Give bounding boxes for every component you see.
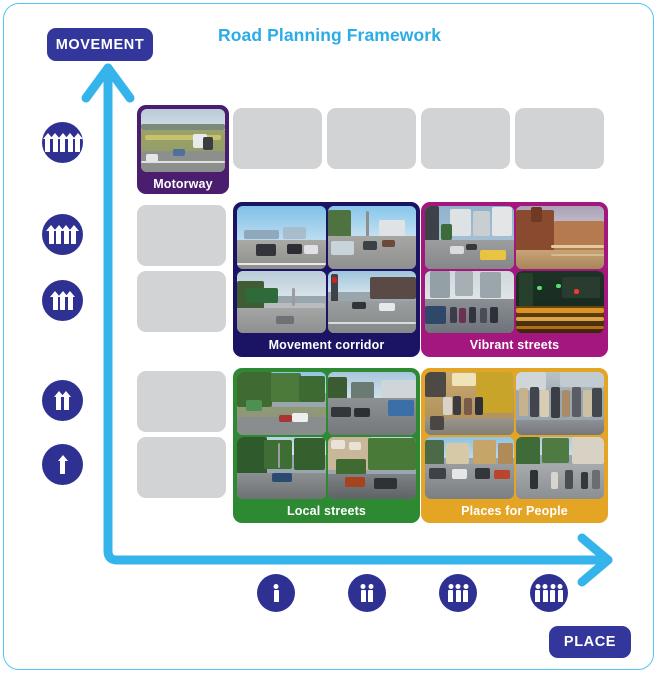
x-arrowhead-top — [577, 533, 613, 565]
category-motorway[interactable]: Motorway — [137, 105, 229, 194]
category-label-local-streets: Local streets — [286, 504, 367, 518]
photo-thumbnail — [515, 270, 604, 333]
y-tick-movement-level-5 — [42, 122, 83, 163]
photo-thumbnail — [515, 206, 604, 269]
photo-thumbnail — [237, 372, 326, 435]
category-label-vibrant-streets: Vibrant streets — [469, 338, 560, 352]
photo-thumbnail — [425, 372, 514, 435]
category-label-places-for-people: Places for People — [461, 504, 568, 518]
category-label-movement-corridor: Movement corridor — [268, 338, 385, 352]
y-tick-movement-level-1 — [42, 444, 83, 485]
photo-thumbnail — [237, 436, 326, 499]
empty-cell — [233, 108, 322, 169]
y-tick-movement-level-3 — [42, 280, 83, 321]
empty-cell — [327, 108, 416, 169]
empty-cell — [137, 271, 226, 332]
x-tick-place-level-4 — [530, 574, 568, 612]
photo-thumbnail — [327, 206, 416, 269]
x-arrowhead-bottom — [577, 555, 613, 587]
photo-thumbnail — [237, 270, 326, 333]
photo-thumbnail — [327, 372, 416, 435]
movement-axis-label: MOVEMENT — [55, 36, 145, 53]
photo-thumbnail — [515, 372, 604, 435]
movement-axis-badge: MOVEMENT — [47, 28, 153, 61]
photo-thumbnail — [425, 270, 514, 333]
x-tick-place-level-1 — [257, 574, 295, 612]
photo-thumbnail — [425, 206, 514, 269]
photo-thumbnail — [327, 436, 416, 499]
place-axis-badge: PLACE — [549, 626, 631, 658]
photo-thumbnail — [425, 436, 514, 499]
page-title: Road Planning Framework — [218, 25, 442, 45]
framework-matrix: Motorway Movement corridor Vibrant stree… — [137, 105, 608, 527]
framework-card: MOVEMENT Road Planning Framework PLACE M… — [3, 3, 654, 670]
y-tick-movement-level-2 — [42, 380, 83, 421]
x-tick-place-level-2 — [348, 574, 386, 612]
y-arrowhead-left — [81, 63, 113, 103]
category-places-for-people[interactable]: Places for People — [421, 368, 608, 523]
empty-cell — [137, 205, 226, 266]
empty-cell — [421, 108, 510, 169]
place-axis-label: PLACE — [563, 634, 617, 650]
photo-thumbnail — [141, 109, 225, 172]
photo-thumbnail — [515, 436, 604, 499]
category-vibrant-streets[interactable]: Vibrant streets — [421, 202, 608, 357]
category-label-motorway: Motorway — [153, 177, 213, 191]
photo-thumbnail — [327, 270, 416, 333]
y-arrowhead-right — [103, 63, 135, 103]
category-local-streets[interactable]: Local streets — [233, 368, 420, 523]
y-tick-movement-level-4 — [42, 214, 83, 255]
empty-cell — [137, 371, 226, 432]
photo-thumbnail — [237, 206, 326, 269]
category-movement-corridor[interactable]: Movement corridor — [233, 202, 420, 357]
x-tick-place-level-3 — [439, 574, 477, 612]
empty-cell — [515, 108, 604, 169]
empty-cell — [137, 437, 226, 498]
